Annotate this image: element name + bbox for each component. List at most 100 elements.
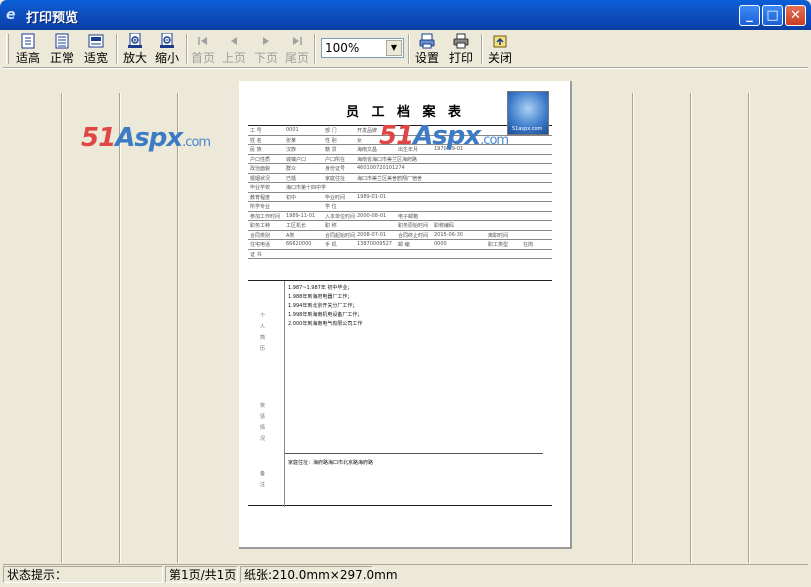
form-label: 户口所在 [325, 156, 346, 163]
print-button[interactable]: 打印 [446, 32, 476, 66]
form-label: 手 机 [325, 242, 337, 248]
guide-line [61, 93, 63, 563]
form-value: 460100720101274 [357, 165, 405, 171]
close-window-button[interactable]: ✕ [785, 5, 806, 26]
resume-text: 1.987~1.987年 初中毕业； 1.988年到海府电器厂工作； 1.994年到… [288, 284, 362, 329]
preview-canvas[interactable]: 51Aspx.com 员 工 档 案 表 工 号 0001 部 门开发品牌姓 名张某… [3, 68, 808, 564]
normal-button[interactable]: 正常 [47, 32, 77, 66]
fit-width-button[interactable]: 适宽 [81, 32, 111, 66]
form-label: 入本单位时间 [325, 213, 356, 220]
last-page-label: 尾页 [284, 51, 309, 65]
toolbar-grip[interactable] [6, 34, 9, 64]
form-label: 合同终止时间 [398, 232, 429, 239]
resume-section: 个人简历 奖惩情况 备注 1.987~1.987年 初中毕业； 1.988年到海府… [248, 280, 552, 507]
form-row: 户口性质 城镇户口 户口所在 海南省海口市美兰区海府路 [248, 155, 552, 164]
zoom-out-button[interactable]: 缩小 [152, 32, 182, 66]
page-setup-button[interactable]: 设置 [412, 32, 442, 66]
resume-line: 1.998年到海南机电设备厂工作； [288, 312, 363, 318]
zoom-level-select[interactable]: 100% ▼ [321, 38, 404, 58]
zoom-in-label: 放大 [122, 51, 147, 65]
form-value: 66620000 [286, 241, 312, 247]
form-row: 住宅电话 66620000 手 机 13870009527 邮 编 0000 职工类型 在岗 [248, 240, 552, 250]
zoom-out-label: 缩小 [154, 51, 179, 65]
zoom-out-icon [160, 33, 174, 48]
form-value: 0000 [434, 241, 447, 247]
form-row: 所学专业 学 位 [248, 202, 552, 212]
window-title: 打印预览 [26, 11, 79, 26]
form-value: 1989-01-01 [357, 193, 387, 200]
chevron-down-icon[interactable]: ▼ [386, 40, 402, 56]
form-label: 身份证号 [325, 166, 346, 172]
form-label: 毕业学校 [250, 185, 271, 191]
toolbar-separator [408, 34, 410, 64]
first-page-button[interactable]: 首页 [189, 32, 217, 66]
next-page-icon [263, 37, 269, 45]
zoom-in-button[interactable]: 放大 [120, 32, 150, 66]
first-page-label: 首页 [190, 51, 215, 65]
form-label: 性 别 [325, 137, 337, 144]
form-value: 海南文昌 [357, 147, 378, 153]
watermark-logo: 51Aspx.com [379, 121, 509, 151]
form-label: 工 号 [250, 128, 262, 134]
prev-page-button[interactable]: 上页 [220, 32, 248, 66]
form-label: 合同类别 [250, 232, 271, 239]
status-hint: 状态提示： [3, 566, 163, 583]
toolbar-separator [116, 34, 118, 64]
form-label: 姓 名 [250, 137, 262, 144]
form-value: 海口市美兰区美舍鹤翔厂宿舍 [357, 175, 423, 182]
guide-line [119, 93, 121, 563]
form-value: 开发品牌 [357, 128, 378, 134]
form-label: 邮 编 [398, 242, 410, 248]
minimize-button[interactable]: _ [739, 5, 760, 26]
zoom-in-icon [128, 33, 142, 48]
normal-icon [55, 33, 69, 49]
photo-logo-text: 51aspx.com [512, 126, 543, 132]
form-label: 所学专业 [250, 204, 271, 210]
form-row: 教育程度 初中 毕业时间 1989-01-01 [248, 193, 552, 202]
form-value: 工区机长 [286, 223, 307, 229]
form-value: 张某 [286, 137, 297, 144]
first-page-icon [198, 37, 207, 45]
form-label: 毕业时间 [325, 194, 346, 201]
form-value: 在岗 [523, 242, 534, 248]
form-value: 海南省海口市美兰区海府路 [357, 156, 418, 163]
form-label: 学 位 [325, 204, 337, 210]
next-page-label: 下页 [253, 51, 278, 65]
fit-height-button[interactable]: 适高 [13, 32, 43, 66]
fit-width-icon [88, 34, 104, 48]
next-page-button[interactable]: 下页 [252, 32, 280, 66]
watermark-logo: 51Aspx.com [81, 123, 211, 153]
last-page-icon [293, 37, 302, 45]
form-value: A类 [286, 232, 295, 239]
close-preview-button[interactable]: 关闭 [485, 32, 515, 66]
page-setup-icon [419, 33, 435, 49]
form-value: 2015-06-30 [434, 231, 464, 238]
form-value: 已婚 [286, 175, 297, 182]
toolbar-separator [186, 34, 188, 64]
close-preview-label: 关闭 [487, 51, 512, 65]
last-page-button[interactable]: 尾页 [283, 32, 311, 66]
form-label: 部 门 [325, 128, 337, 134]
form-label: 民 族 [250, 147, 262, 153]
form-label: 职 称 [325, 223, 337, 229]
fit-height-label: 适高 [15, 51, 40, 65]
remark-label: 备注 [260, 471, 266, 488]
form-label: 合同起始时间 [325, 232, 356, 239]
form-value: 女 [357, 137, 363, 144]
form-value: 1989-11-01 [286, 212, 316, 219]
form-row: 合同类别 A类 合同起始时间 2008-07-01 合同终止时间 2015-06-30 离职… [248, 231, 552, 240]
ie-icon: e [6, 7, 16, 23]
toolbar-separator [481, 34, 483, 64]
preview-page: 员 工 档 案 表 工 号 0001 部 门开发品牌姓 名张某性 别女民 族汉族籍 … [239, 81, 572, 549]
form-label: 职务工种 [250, 223, 271, 229]
form-label: 参加工作时间 [250, 213, 281, 220]
fit-height-icon [21, 33, 35, 49]
form-value: 城镇户口 [286, 156, 307, 163]
form-row: 参加工作时间 1989-11-01 入本单位时间 2000-08-01 电子邮箱 [248, 212, 552, 221]
maximize-button[interactable]: □ [762, 5, 783, 26]
form-value: 初中 [286, 194, 297, 201]
printer-icon [453, 33, 469, 49]
resume-line: 2.000年到海南电气有限公司工作 [288, 321, 363, 327]
form-value: 0001 [286, 127, 299, 133]
form-label: 离职时间 [488, 232, 509, 239]
